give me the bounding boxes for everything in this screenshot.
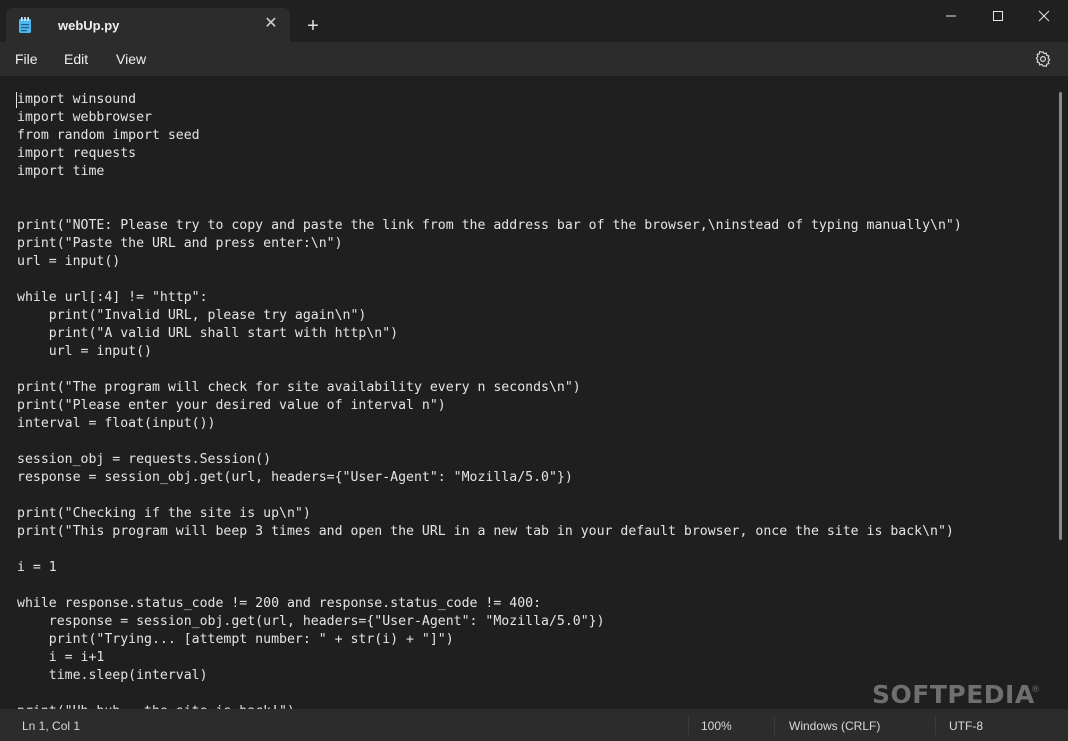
code-line[interactable]: import requests — [17, 145, 962, 163]
title-bar: webUp.py ✕ + — [0, 0, 1068, 42]
code-line[interactable] — [17, 199, 962, 217]
code-line[interactable]: url = input() — [17, 253, 962, 271]
code-line[interactable]: response = session_obj.get(url, headers=… — [17, 613, 962, 631]
code-line[interactable]: import time — [17, 163, 962, 181]
status-divider — [935, 717, 936, 735]
code-line[interactable]: from random import seed — [17, 127, 962, 145]
code-line[interactable]: session_obj = requests.Session() — [17, 451, 962, 469]
encoding[interactable]: UTF-8 — [949, 719, 983, 733]
cursor-position[interactable]: Ln 1, Col 1 — [22, 719, 80, 733]
code-line[interactable]: response = session_obj.get(url, headers=… — [17, 469, 962, 487]
code-line[interactable]: print("A valid URL shall start with http… — [17, 325, 962, 343]
code-line[interactable]: import webbrowser — [17, 109, 962, 127]
code-line[interactable]: print("Checking if the site is up\n") — [17, 505, 962, 523]
code-line[interactable]: print("Invalid URL, please try again\n") — [17, 307, 962, 325]
code-line[interactable] — [17, 685, 962, 703]
code-line[interactable] — [17, 541, 962, 559]
code-line[interactable]: print("NOTE: Please try to copy and past… — [17, 217, 962, 235]
code-line[interactable] — [17, 433, 962, 451]
code-line[interactable] — [17, 361, 962, 379]
code-line[interactable]: while response.status_code != 200 and re… — [17, 595, 962, 613]
code-line[interactable]: i = 1 — [17, 559, 962, 577]
code-line[interactable] — [17, 271, 962, 289]
registered-mark: ® — [1031, 685, 1040, 695]
status-divider — [774, 717, 775, 735]
minimize-icon — [946, 15, 956, 17]
vertical-scrollbar[interactable] — [1059, 92, 1062, 540]
tab-webup[interactable]: webUp.py ✕ — [6, 8, 290, 42]
code-line[interactable] — [17, 181, 962, 199]
close-window-button[interactable] — [1021, 0, 1067, 32]
code-line[interactable]: import winsound — [17, 91, 962, 109]
menu-bar: File Edit View — [0, 42, 1068, 76]
close-tab-icon[interactable]: ✕ — [260, 13, 282, 35]
code-line[interactable]: interval = float(input()) — [17, 415, 962, 433]
code-line[interactable] — [17, 577, 962, 595]
code-line[interactable]: print("The program will check for site a… — [17, 379, 962, 397]
code-line[interactable]: print("Paste the URL and press enter:\n"… — [17, 235, 962, 253]
code-line[interactable]: print("Trying... [attempt number: " + st… — [17, 631, 962, 649]
menu-view[interactable]: View — [116, 51, 146, 67]
status-divider — [688, 717, 689, 735]
code-line[interactable]: while url[:4] != "http": — [17, 289, 962, 307]
maximize-icon — [993, 11, 1003, 21]
minimize-button[interactable] — [928, 0, 974, 32]
gear-icon[interactable] — [1034, 50, 1052, 68]
code-line[interactable]: time.sleep(interval) — [17, 667, 962, 685]
notepad-icon — [19, 17, 31, 33]
close-icon — [1038, 10, 1050, 22]
code-line[interactable]: url = input() — [17, 343, 962, 361]
text-editor[interactable]: import winsound import webbrowser from ran… — [0, 76, 1068, 709]
maximize-button[interactable] — [975, 0, 1021, 32]
softpedia-watermark: SOFTPEDIA — [872, 680, 1035, 709]
status-bar: Ln 1, Col 1 100% Windows (CRLF) UTF-8 — [0, 709, 1068, 741]
code-line[interactable] — [17, 487, 962, 505]
new-tab-button[interactable]: + — [302, 15, 324, 37]
tab-title: webUp.py — [58, 18, 120, 33]
menu-edit[interactable]: Edit — [64, 51, 88, 67]
zoom-level[interactable]: 100% — [701, 719, 732, 733]
menu-file[interactable]: File — [15, 51, 38, 67]
code-text[interactable]: import winsound import webbrowser from ran… — [17, 91, 962, 709]
code-line[interactable]: print("This program will beep 3 times an… — [17, 523, 962, 541]
code-line[interactable]: print("Please enter your desired value o… — [17, 397, 962, 415]
line-ending[interactable]: Windows (CRLF) — [789, 719, 880, 733]
code-line[interactable]: i = i+1 — [17, 649, 962, 667]
